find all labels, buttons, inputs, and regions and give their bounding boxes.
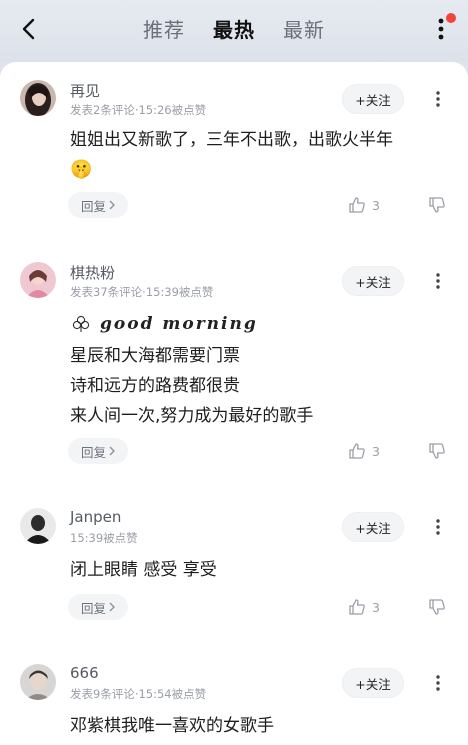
sort-tabs: 推荐 最热 最新 xyxy=(0,14,468,46)
avatar[interactable] xyxy=(20,508,56,544)
thumbs-down-icon xyxy=(429,197,445,213)
reply-button[interactable]: 回复 xyxy=(68,192,128,218)
reply-label: 回复 xyxy=(80,198,106,214)
comment-item: 棋热粉 发表37条评论·15:39被点赞 +关注 good morning 星辰… xyxy=(0,262,468,492)
reply-label: 回复 xyxy=(80,600,106,616)
tab-recommended[interactable]: 推荐 xyxy=(143,14,185,46)
comment-text-line: 星辰和大海都需要门票 xyxy=(70,346,240,366)
thumbs-up-icon xyxy=(349,599,365,615)
follow-button[interactable]: +关注 xyxy=(342,266,404,296)
thumbs-down-icon xyxy=(429,599,445,615)
like-count: 3 xyxy=(372,443,380,459)
comment-list: 再见 发表2条评论·15:26被点赞 +关注 姐姐出又新歌了，三年不出歌，出歌火… xyxy=(0,62,468,745)
vertical-dots-icon xyxy=(436,273,440,289)
comment-text: 姐姐出又新歌了，三年不出歌，出歌火半年 xyxy=(70,130,393,150)
comment-text-line: 来人间一次,努力成为最好的歌手 xyxy=(70,406,314,426)
like-count: 3 xyxy=(372,197,380,213)
thumbs-up-icon xyxy=(349,197,365,213)
comment-text-line: 诗和远方的路费都很贵 xyxy=(70,376,240,396)
dislike-button[interactable] xyxy=(428,598,446,620)
avatar[interactable] xyxy=(20,664,56,700)
comment-item: Janpen 15:39被点赞 +关注 闭上眼睛 感受 享受 回复 3 xyxy=(0,508,468,648)
greeting-text: good morning xyxy=(100,314,258,334)
decorative-greeting: good morning xyxy=(72,314,258,334)
like-button[interactable]: 3 xyxy=(348,442,380,460)
username[interactable]: 再见 xyxy=(70,80,100,101)
vertical-dots-icon xyxy=(438,18,444,40)
follow-button[interactable]: +关注 xyxy=(342,512,404,542)
chevron-right-icon xyxy=(109,200,115,210)
comment-meta: 发表2条评论·15:26被点赞 xyxy=(70,103,207,117)
clover-icon xyxy=(72,315,90,332)
vertical-dots-icon xyxy=(436,519,440,535)
comment-more-button[interactable] xyxy=(428,670,448,696)
like-button[interactable]: 3 xyxy=(348,196,380,214)
reply-button[interactable]: 回复 xyxy=(68,438,128,464)
emoji: 🤫 xyxy=(70,159,93,180)
username[interactable]: 棋热粉 xyxy=(70,262,115,283)
username[interactable]: Janpen xyxy=(70,508,121,526)
chevron-right-icon xyxy=(109,602,115,612)
thumbs-down-icon xyxy=(429,443,445,459)
thumbs-up-icon xyxy=(349,443,365,459)
comment-text: 闭上眼睛 感受 享受 xyxy=(70,560,217,580)
top-bar: 推荐 最热 最新 xyxy=(0,0,468,62)
follow-button[interactable]: +关注 xyxy=(342,668,404,698)
comment-more-button[interactable] xyxy=(428,86,448,112)
avatar[interactable] xyxy=(20,262,56,298)
comment-more-button[interactable] xyxy=(428,514,448,540)
reply-label: 回复 xyxy=(80,444,106,460)
vertical-dots-icon xyxy=(436,675,440,691)
comment-text: 邓紫棋我唯一喜欢的女歌手 xyxy=(70,716,274,736)
avatar[interactable] xyxy=(20,80,56,116)
dislike-button[interactable] xyxy=(428,442,446,464)
comment-meta: 15:39被点赞 xyxy=(70,531,138,545)
dislike-button[interactable] xyxy=(428,196,446,218)
comment-meta: 发表9条评论·15:54被点赞 xyxy=(70,687,207,701)
comment-item: 再见 发表2条评论·15:26被点赞 +关注 姐姐出又新歌了，三年不出歌，出歌火… xyxy=(0,80,468,250)
comment-item: 666 发表9条评论·15:54被点赞 +关注 邓紫棋我唯一喜欢的女歌手 xyxy=(0,664,468,745)
like-button[interactable]: 3 xyxy=(348,598,380,616)
username[interactable]: 666 xyxy=(70,664,99,682)
chevron-right-icon xyxy=(109,446,115,456)
comment-more-button[interactable] xyxy=(428,268,448,294)
tab-hottest[interactable]: 最热 xyxy=(213,14,255,46)
tab-newest[interactable]: 最新 xyxy=(283,14,325,46)
vertical-dots-icon xyxy=(436,91,440,107)
reply-button[interactable]: 回复 xyxy=(68,594,128,620)
comment-meta: 发表37条评论·15:39被点赞 xyxy=(70,285,214,299)
follow-button[interactable]: +关注 xyxy=(342,84,404,114)
notification-dot xyxy=(446,13,456,23)
like-count: 3 xyxy=(372,599,380,615)
